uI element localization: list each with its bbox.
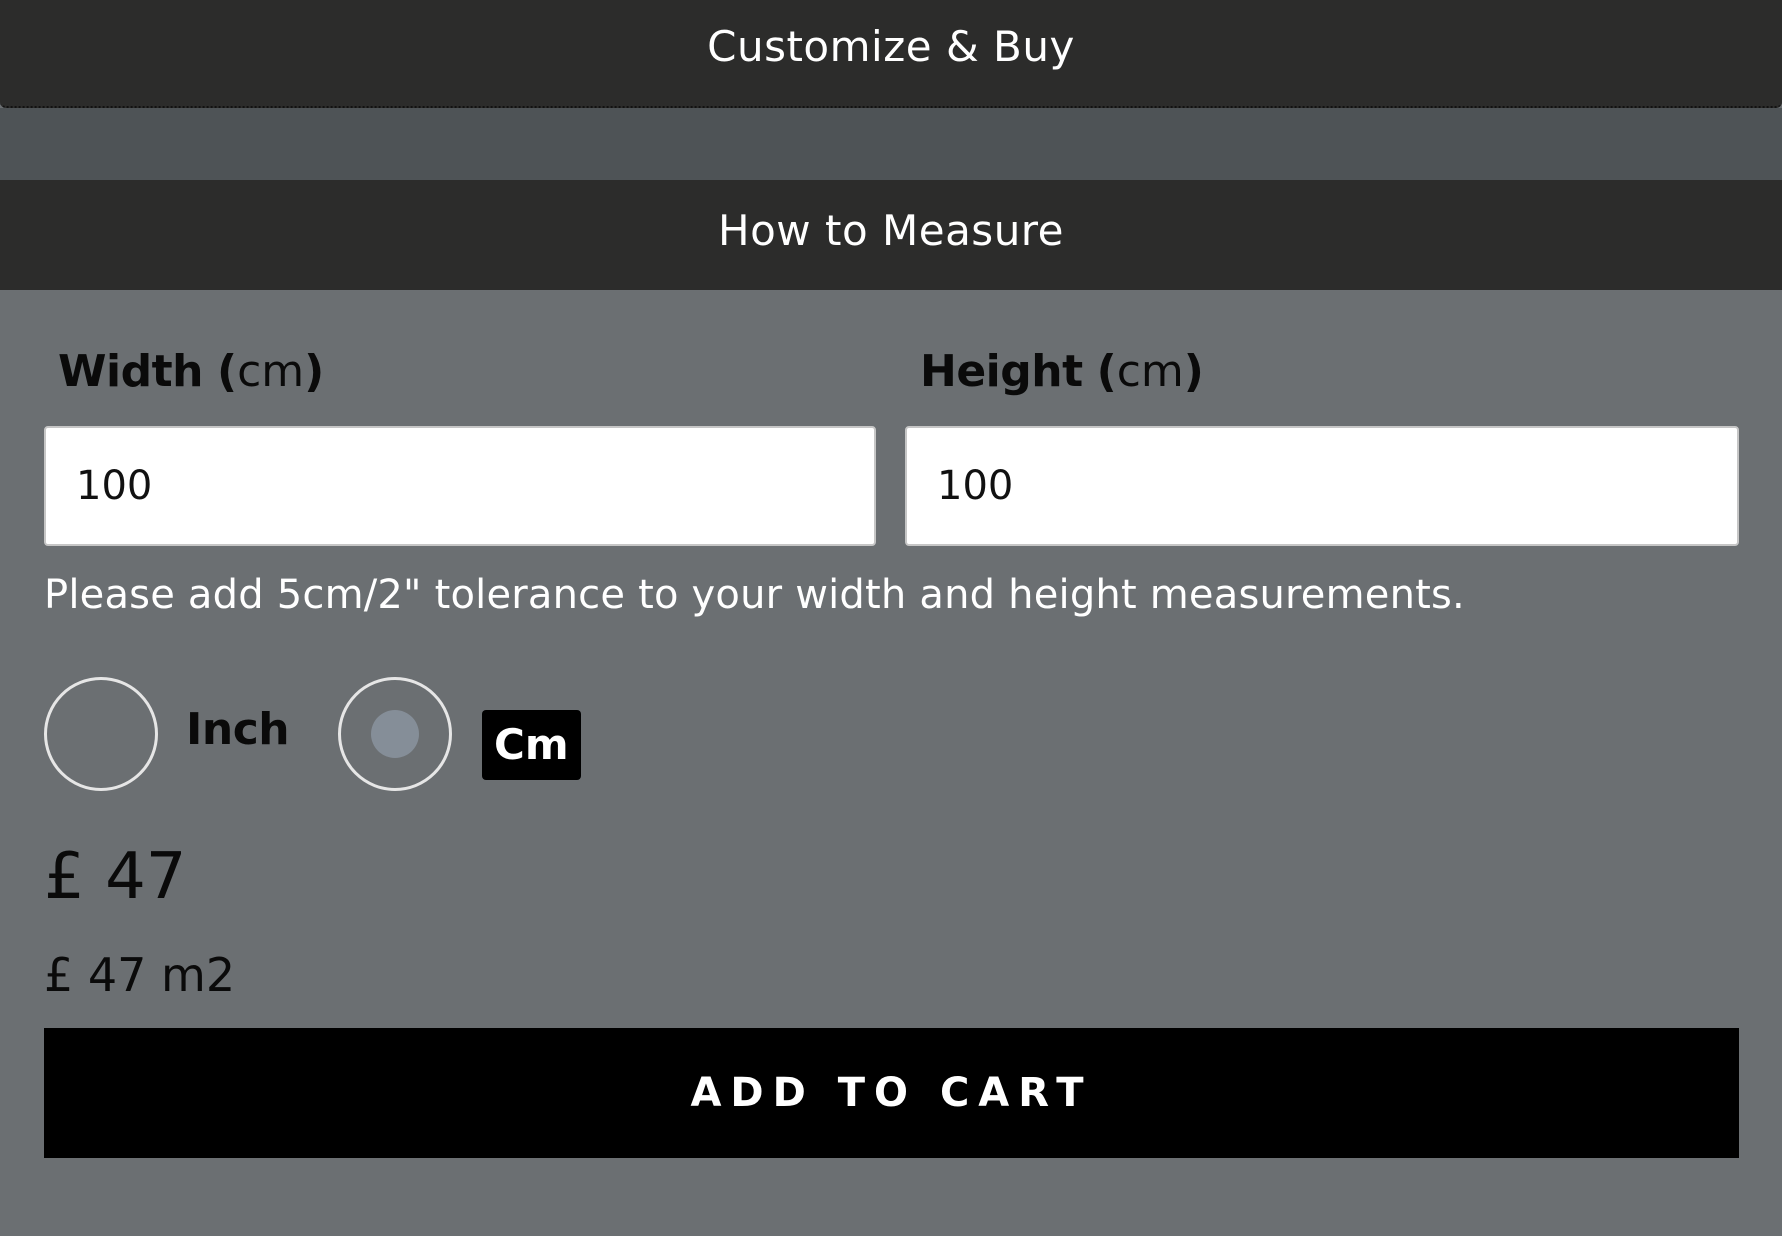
width-label-text: Width [58, 346, 203, 397]
inch-option-label[interactable]: Inch [186, 704, 290, 755]
tolerance-note: Please add 5cm/2" tolerance to your widt… [44, 572, 1465, 618]
height-label-text: Height [920, 346, 1083, 397]
how-to-measure-title: How to Measure [718, 205, 1064, 255]
height-unit-text: cm [1116, 346, 1184, 397]
price-per-m2: £ 47 m2 [44, 948, 236, 1002]
radio-selected-dot [371, 710, 419, 758]
add-to-cart-button[interactable]: ADD TO CART [44, 1028, 1739, 1158]
height-input[interactable] [905, 426, 1739, 546]
section-divider-band [0, 108, 1782, 180]
cm-radio-icon[interactable] [338, 677, 452, 791]
height-label: Height (cm) [920, 346, 1204, 397]
cm-option-label[interactable]: Cm [482, 710, 581, 780]
inch-radio-icon[interactable] [44, 677, 158, 791]
width-label: Width (cm) [58, 346, 325, 397]
customize-buy-title: Customize & Buy [707, 21, 1075, 71]
width-unit-text: cm [237, 346, 305, 397]
how-to-measure-header[interactable]: How to Measure [0, 180, 1782, 290]
price-total: £ 47 [44, 840, 187, 914]
customize-buy-header[interactable]: Customize & Buy [0, 0, 1782, 108]
width-input[interactable] [44, 426, 876, 546]
